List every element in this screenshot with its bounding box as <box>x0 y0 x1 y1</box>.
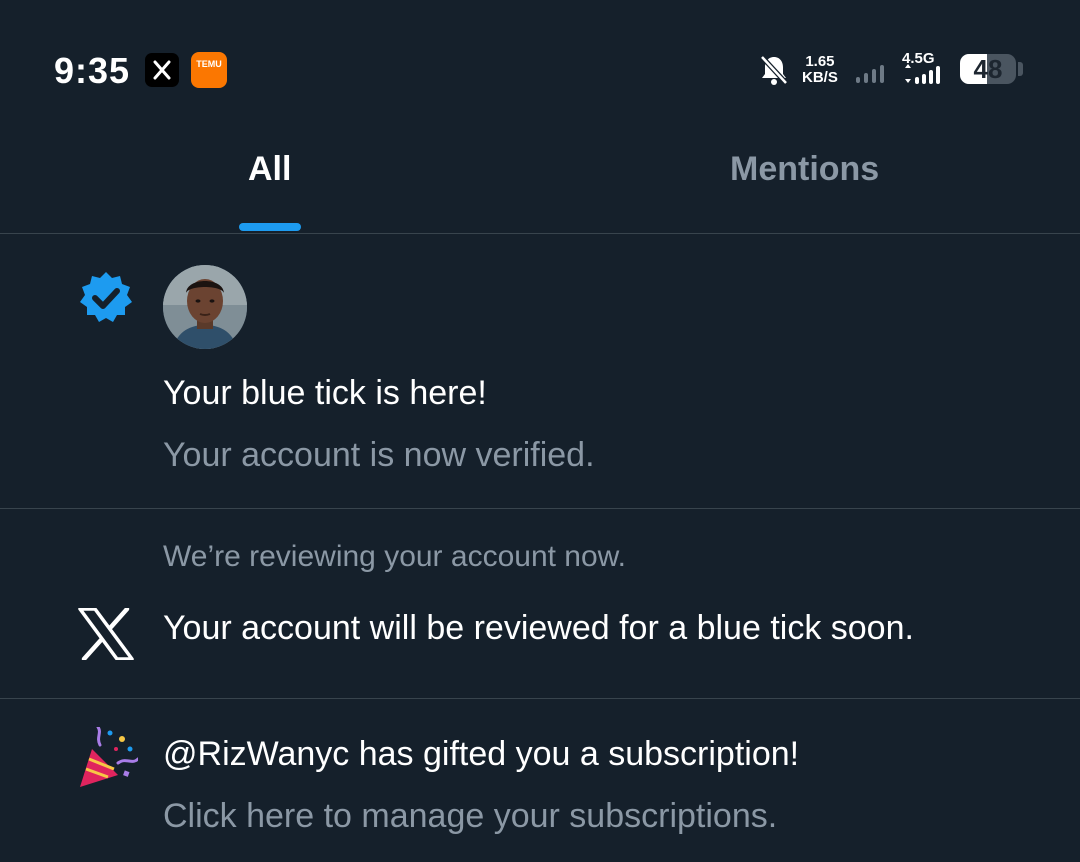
battery-percent: 48 <box>973 54 1003 84</box>
signal-bars-icon <box>856 62 888 89</box>
temu-app-icon: TEMU <box>191 52 227 88</box>
temu-label: TEMU <box>196 59 222 69</box>
battery-tip <box>1018 62 1023 76</box>
tab-mentions-label: Mentions <box>730 150 880 188</box>
party-popper-icon <box>78 725 140 796</box>
signal-bars-4g-icon <box>902 64 944 91</box>
notification-title: Your account will be reviewed for a blue… <box>163 609 914 647</box>
tab-all-label: All <box>248 150 292 188</box>
notification-title: Your blue tick is here! <box>163 374 487 412</box>
verified-badge-icon <box>78 270 134 331</box>
net-speed-unit: KB/S <box>802 69 838 86</box>
net-speed-value: 1.65 <box>805 53 835 70</box>
clock: 9:35 <box>54 50 131 91</box>
x-app-icon <box>145 53 179 87</box>
bell-off-icon <box>756 52 792 88</box>
battery-icon: 48 <box>960 54 1016 84</box>
notification-tabs: All Mentions <box>0 140 1080 234</box>
x-logo-icon <box>78 606 134 665</box>
notification-gift[interactable]: @RizWanyc has gifted you a subscription!… <box>0 699 1080 862</box>
avatar[interactable] <box>163 265 247 349</box>
notification-subtitle: Your account is now verified. <box>163 436 595 474</box>
net-speed: 1.65 KB/S <box>802 54 838 86</box>
active-tab-indicator <box>239 223 301 231</box>
notification-subtitle: Click here to manage your subscriptions. <box>163 797 778 835</box>
status-bar: 9:35 TEMU 1.65 KB/S 4.5G 48 <box>0 0 1080 140</box>
notification-title: @RizWanyc has gifted you a subscription! <box>163 735 800 773</box>
notification-review[interactable]: We’re reviewing your account now. Your a… <box>0 509 1080 699</box>
notification-verified[interactable]: Your blue tick is here! Your account is … <box>0 234 1080 509</box>
notification-preheader: We’re reviewing your account now. <box>163 540 627 573</box>
